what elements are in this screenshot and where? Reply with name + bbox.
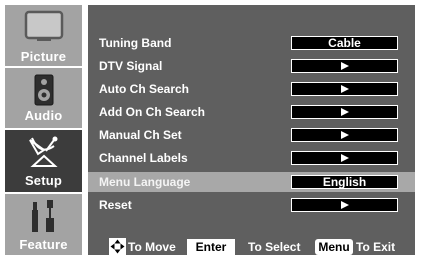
menu-item-channel-labels[interactable]: Channel Labels — [88, 148, 415, 168]
select-hint-label: To Select — [248, 240, 301, 254]
tab-picture-label: Picture — [20, 49, 67, 64]
direction-pad-icon — [109, 238, 126, 255]
menu-item-label: Auto Ch Search — [99, 82, 190, 96]
menu-item-add-on-ch-search[interactable]: Add On Ch Search — [88, 102, 415, 122]
menu-item-dtv-signal[interactable]: DTV Signal — [88, 56, 415, 76]
menu-item-label: Tuning Band — [99, 36, 172, 50]
reset-enter-button[interactable] — [291, 198, 398, 212]
satellite-antenna-icon — [28, 136, 58, 167]
navigation-hint-bar: To Move Enter To Select Menu To Exit — [88, 238, 415, 256]
setup-menu-panel: Tuning Band Cable DTV Signal Auto Ch Sea… — [88, 5, 415, 255]
arrow-right-icon — [340, 154, 349, 162]
move-hint-label: To Move — [128, 240, 176, 254]
add-on-ch-search-enter-button[interactable] — [291, 105, 398, 119]
menu-item-label: Reset — [99, 198, 132, 212]
menu-key-label: Menu — [315, 239, 353, 255]
menu-item-reset[interactable]: Reset — [88, 195, 415, 215]
tab-setup-label: Setup — [24, 173, 63, 188]
enter-key-label: Enter — [187, 239, 235, 255]
channel-labels-enter-button[interactable] — [291, 151, 398, 165]
arrow-right-icon — [340, 85, 349, 93]
menu-item-label: Menu Language — [99, 175, 191, 189]
menu-item-tuning-band[interactable]: Tuning Band Cable — [88, 33, 415, 53]
exit-hint-label: To Exit — [356, 240, 396, 254]
auto-ch-search-enter-button[interactable] — [291, 82, 398, 96]
tuning-band-value[interactable]: Cable — [291, 36, 398, 50]
dtv-signal-enter-button[interactable] — [291, 59, 398, 73]
menu-item-menu-language[interactable]: Menu Language English — [88, 172, 415, 192]
tools-icon — [31, 200, 54, 232]
menu-item-auto-ch-search[interactable]: Auto Ch Search — [88, 79, 415, 99]
menu-item-manual-ch-set[interactable]: Manual Ch Set — [88, 125, 415, 145]
tab-setup[interactable]: Setup — [5, 130, 82, 192]
arrow-right-icon — [340, 131, 349, 139]
manual-ch-set-enter-button[interactable] — [291, 128, 398, 142]
tab-feature[interactable]: Feature — [5, 194, 82, 255]
arrow-right-icon — [340, 62, 349, 70]
menu-item-label: Channel Labels — [99, 151, 188, 165]
tab-picture[interactable]: Picture — [5, 5, 82, 66]
arrow-right-icon — [340, 108, 349, 116]
menu-item-label: Manual Ch Set — [99, 128, 182, 142]
tab-feature-label: Feature — [19, 237, 68, 252]
speaker-icon — [34, 74, 53, 106]
menu-item-label: Add On Ch Search — [99, 105, 206, 119]
arrow-right-icon — [340, 201, 349, 209]
tab-audio-label: Audio — [24, 108, 63, 123]
tab-audio[interactable]: Audio — [5, 68, 82, 128]
menu-item-label: DTV Signal — [99, 59, 163, 73]
tv-setup-menu: Picture Audio Setup Feature Tuning Band … — [0, 0, 422, 259]
tv-screen-icon — [24, 10, 63, 41]
menu-language-value[interactable]: English — [291, 175, 398, 189]
